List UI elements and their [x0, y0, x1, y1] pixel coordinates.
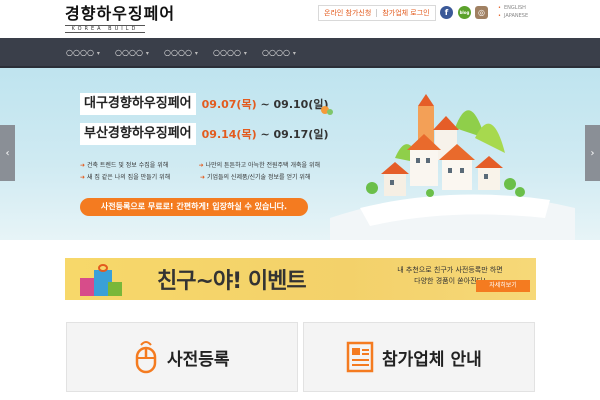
lang-english-link[interactable]: ENGLISH: [498, 4, 528, 12]
nav-item-3[interactable]: ○○○○: [164, 48, 198, 57]
top-button-group: 온라인 참가신청 참가업체 로그인: [318, 5, 436, 21]
main-banner: 대구경향하우징페어 09.07(목) ~ 09.10(일) 부산경향하우징페어 …: [0, 68, 600, 240]
instagram-icon[interactable]: ◎: [475, 6, 488, 19]
exhibitor-login-button[interactable]: 참가업체 로그인: [377, 6, 434, 20]
facebook-icon[interactable]: f: [440, 6, 453, 19]
nav-item-1[interactable]: ○○○○: [66, 48, 100, 57]
chevron-left-icon: ‹: [5, 147, 10, 159]
town-illustration: [321, 94, 575, 240]
online-apply-button[interactable]: 온라인 참가신청: [319, 6, 376, 20]
gift-box-icon: [80, 264, 122, 298]
exhibitor-info-card[interactable]: 참가업체 안내: [303, 322, 535, 392]
bullet-item: 새 집 같은 나의 집을 만들기 위해: [80, 172, 200, 184]
banner-bullets: 건축 트렌드 및 정보 수집을 위해 나만의 튼튼하고 아늑한 전원주택 개축을…: [80, 160, 320, 184]
pre-register-cta-button[interactable]: 사전등록으로 무료로! 간편하게! 입장하실 수 있습니다.: [80, 198, 308, 216]
friend-event-banner[interactable]: 친구~야! 이벤트 내 추천으로 친구가 사전등록만 하면 다양한 경품이 쏟아…: [65, 258, 536, 300]
banner-prev-arrow[interactable]: ‹: [0, 125, 15, 181]
language-links: ENGLISH JAPANESE: [498, 4, 528, 20]
nav-item-2[interactable]: ○○○○: [115, 48, 149, 57]
banner-next-arrow[interactable]: ›: [585, 125, 600, 181]
lang-japanese-link[interactable]: JAPANESE: [498, 12, 528, 20]
logo-subtext: KOREA BUILD: [65, 25, 145, 33]
event-busan-title: 부산경향하우징페어: [80, 122, 196, 145]
page: 경향하우징페어 KOREA BUILD 온라인 참가신청 참가업체 로그인 f …: [0, 0, 600, 400]
logo-text: 경향하우징페어: [65, 4, 176, 23]
chevron-right-icon: ›: [590, 147, 595, 159]
nav-item-4[interactable]: ○○○○: [213, 48, 247, 57]
nav-item-5[interactable]: ○○○○: [262, 48, 296, 57]
exhibitor-info-label: 참가업체 안내: [382, 350, 482, 370]
document-list-icon: [346, 341, 374, 373]
main-nav: ○○○○ ○○○○ ○○○○ ○○○○ ○○○○: [0, 38, 600, 68]
event-title: 친구~야! 이벤트: [157, 269, 307, 294]
event-daegu: 대구경향하우징페어 09.07(목) ~ 09.10(일): [80, 91, 328, 116]
event-detail-button[interactable]: 자세히보기: [476, 280, 530, 292]
site-logo[interactable]: 경향하우징페어 KOREA BUILD: [65, 4, 176, 33]
mouse-click-icon: [135, 341, 157, 374]
pre-register-card[interactable]: 사전등록: [66, 322, 298, 392]
site-header: 경향하우징페어 KOREA BUILD 온라인 참가신청 참가업체 로그인 f …: [0, 0, 600, 38]
event-daegu-title: 대구경향하우징페어: [80, 92, 196, 115]
bullet-item: 건축 트렌드 및 정보 수집을 위해: [80, 160, 199, 172]
event-busan: 부산경향하우징페어 09.14(목) ~ 09.17(일): [80, 121, 328, 146]
pre-register-label: 사전등록: [167, 350, 230, 370]
blog-icon[interactable]: blog: [458, 6, 471, 19]
